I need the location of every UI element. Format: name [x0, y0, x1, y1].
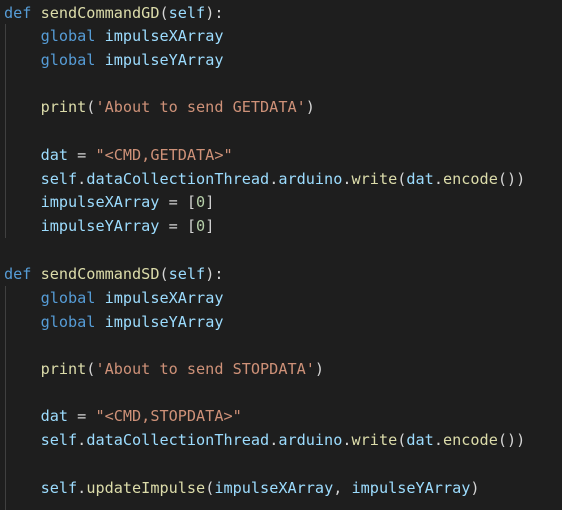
punctuation-token: . [433, 431, 443, 449]
punctuation-token: ) [314, 360, 325, 378]
punctuation-token: ( [205, 479, 215, 497]
punctuation-token: . [342, 170, 352, 188]
code-line[interactable]: def sendCommandSD(self): [4, 262, 224, 286]
punctuation-token: ] [205, 217, 215, 235]
variable-token: impulseXArray [104, 27, 224, 45]
number-token: 0 [196, 217, 206, 235]
code-line[interactable]: self.dataCollectionThread.arduino.write(… [4, 167, 526, 191]
code-line[interactable]: print('About to send STOPDATA') [4, 357, 324, 381]
variable-token: impulseYArray [104, 51, 224, 69]
code-line[interactable]: global impulseXArray [4, 24, 224, 48]
function-call-token: updateImpulse [86, 479, 206, 497]
code-line[interactable]: dat = "<CMD,GETDATA>" [4, 143, 233, 167]
punctuation-token: ()) [497, 170, 526, 188]
function-call-token: print [40, 360, 87, 378]
variable-token: dat [406, 431, 434, 449]
function-call-token: write [351, 170, 398, 188]
punctuation-token: ( [159, 265, 169, 283]
self-token: self [40, 431, 78, 449]
attribute-token: arduino [278, 170, 343, 188]
string-token: 'About to send STOPDATA' [95, 360, 315, 378]
function-call-token: encode [442, 431, 498, 449]
punctuation-token: ] [205, 193, 215, 211]
punctuation-token: . [77, 431, 87, 449]
keyword-token: global [40, 51, 96, 69]
operator-token: = [ [159, 217, 197, 235]
code-line[interactable]: global impulseYArray [4, 310, 224, 334]
operator-token: = [ [159, 193, 197, 211]
string-token: "<CMD,STOPDATA>" [95, 407, 242, 425]
function-call-token: write [351, 431, 398, 449]
function-call-token: encode [442, 170, 498, 188]
self-token: self [168, 4, 206, 22]
punctuation-token: . [269, 431, 279, 449]
variable-token: impulseYArray [40, 217, 160, 235]
attribute-token: dataCollectionThread [86, 431, 270, 449]
operator-token: = [68, 407, 96, 425]
code-line[interactable]: impulseXArray = [0] [4, 190, 215, 214]
variable-token: impulseXArray [40, 193, 160, 211]
attribute-token: dataCollectionThread [86, 170, 270, 188]
punctuation-token: ()) [497, 431, 526, 449]
code-line[interactable]: global impulseXArray [4, 286, 224, 310]
punctuation-token: . [342, 431, 352, 449]
number-token: 0 [196, 193, 206, 211]
attribute-token: arduino [278, 431, 343, 449]
punctuation-token: , [333, 479, 352, 497]
punctuation-token: . [269, 170, 279, 188]
code-line[interactable]: global impulseYArray [4, 48, 224, 72]
punctuation-token: . [433, 170, 443, 188]
keyword-token: global [40, 27, 96, 45]
variable-token: dat [406, 170, 434, 188]
code-line[interactable]: impulseYArray = [0] [4, 214, 215, 238]
variable-token: impulseYArray [104, 313, 224, 331]
string-token: "<CMD,GETDATA>" [95, 146, 233, 164]
code-line[interactable]: self.updateImpulse(impulseXArray, impuls… [4, 476, 480, 500]
variable-token: impulseXArray [214, 479, 334, 497]
code-line[interactable]: def sendCommandGD(self): [4, 1, 224, 25]
code-line[interactable]: print('About to send GETDATA') [4, 95, 315, 119]
punctuation-token: ): [205, 265, 224, 283]
punctuation-token: ): [205, 4, 224, 22]
code-line[interactable]: dat = "<CMD,STOPDATA>" [4, 404, 242, 428]
function-name-token: sendCommandGD [40, 4, 160, 22]
operator-token: = [68, 146, 96, 164]
self-token: self [168, 265, 206, 283]
variable-token: impulseXArray [104, 289, 224, 307]
variable-token: dat [40, 146, 69, 164]
code-line[interactable]: self.dataCollectionThread.arduino.write(… [4, 428, 526, 452]
keyword-token: def [4, 265, 32, 283]
function-call-token: print [40, 98, 87, 116]
string-token: 'About to send GETDATA' [95, 98, 306, 116]
code-editor[interactable]: def sendCommandGD(self): global impulseX… [0, 0, 562, 510]
punctuation-token: . [77, 479, 87, 497]
keyword-token: def [4, 4, 32, 22]
variable-token: dat [40, 407, 69, 425]
punctuation-token: ( [159, 4, 169, 22]
punctuation-token: . [77, 170, 87, 188]
punctuation-token: ) [470, 479, 480, 497]
keyword-token: global [40, 313, 96, 331]
punctuation-token: ) [305, 98, 315, 116]
self-token: self [40, 479, 78, 497]
keyword-token: global [40, 289, 96, 307]
self-token: self [40, 170, 78, 188]
variable-token: impulseYArray [351, 479, 471, 497]
function-name-token: sendCommandSD [40, 265, 160, 283]
